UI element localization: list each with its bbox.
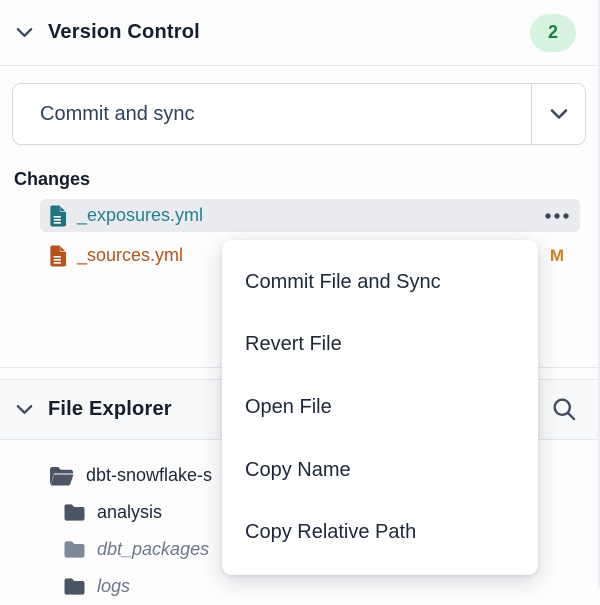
menu-item-copy-relative-path[interactable]: Copy Relative Path [222, 501, 538, 564]
changed-file-row-exposures[interactable]: _exposures.yml [40, 199, 580, 232]
folder-icon [63, 503, 86, 522]
yml-file-icon [48, 244, 67, 268]
modified-status-badge: M [550, 246, 570, 266]
file-context-menu: Commit File and Sync Revert File Open Fi… [222, 240, 538, 575]
tree-item-name[interactable]: logs [97, 576, 130, 597]
menu-item-open-file[interactable]: Open File [222, 376, 538, 439]
changed-file-name[interactable]: _sources.yml [77, 245, 183, 266]
version-control-header[interactable]: Version Control 2 [0, 0, 598, 66]
more-options-icon[interactable] [544, 212, 570, 220]
folder-icon [63, 577, 86, 596]
changes-section-label: Changes [14, 169, 598, 190]
changed-file-name[interactable]: _exposures.yml [77, 205, 203, 226]
commit-dropdown-label[interactable]: Commit and sync [13, 84, 531, 144]
tree-item-name[interactable]: dbt_packages [97, 539, 209, 560]
folder-open-icon [48, 465, 75, 487]
commit-dropdown[interactable]: Commit and sync [12, 83, 586, 145]
tree-item-name[interactable]: dbt-snowflake-s [86, 465, 212, 486]
changes-count-badge: 2 [530, 14, 576, 52]
folder-icon [63, 540, 86, 559]
yml-file-icon [48, 204, 67, 228]
commit-dropdown-toggle[interactable] [531, 84, 585, 144]
version-control-title: Version Control [48, 21, 200, 44]
search-icon[interactable] [551, 396, 578, 423]
chevron-down-icon[interactable] [14, 22, 35, 43]
chevron-down-icon [548, 103, 570, 125]
file-explorer-title: File Explorer [48, 398, 172, 421]
tree-item-name[interactable]: analysis [97, 502, 162, 523]
menu-item-copy-name[interactable]: Copy Name [222, 439, 538, 502]
menu-item-revert-file[interactable]: Revert File [222, 314, 538, 377]
menu-item-commit-file-and-sync[interactable]: Commit File and Sync [222, 251, 538, 314]
chevron-down-icon[interactable] [14, 399, 35, 420]
